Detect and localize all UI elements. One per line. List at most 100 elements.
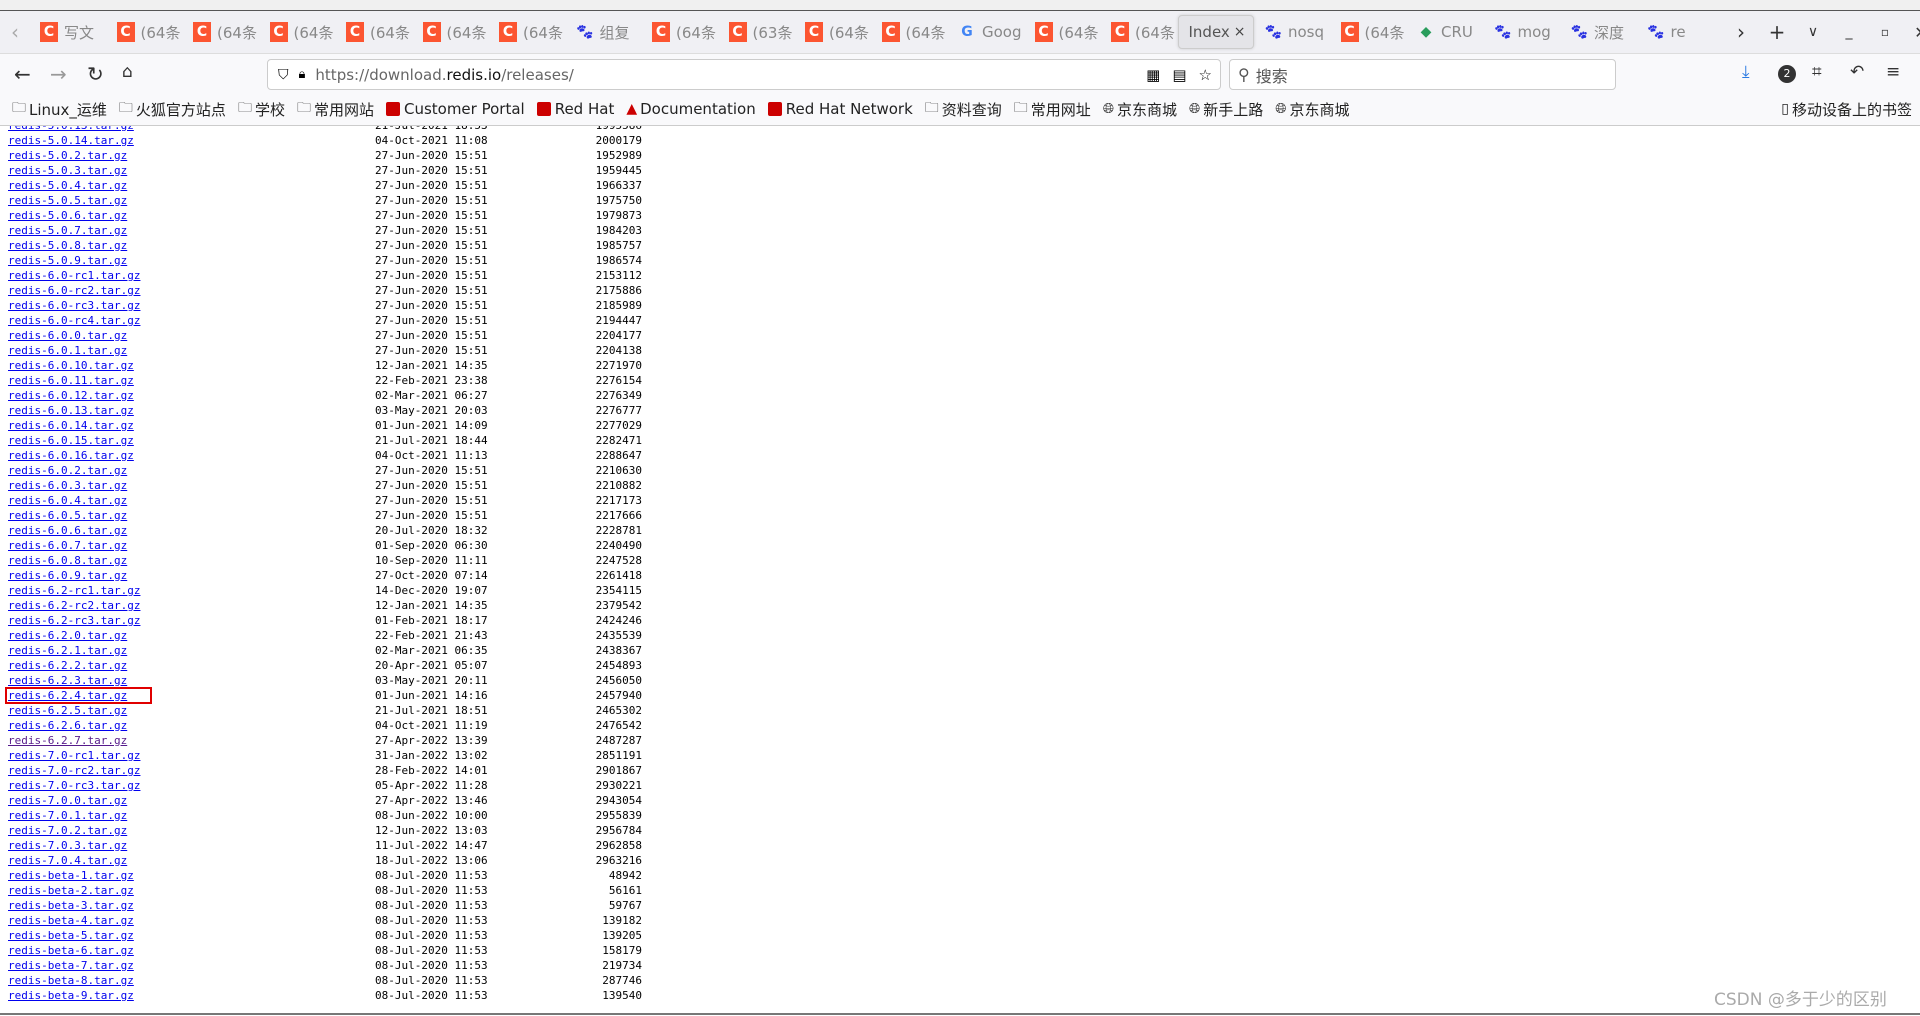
extension-badge[interactable]: 2 [1778, 65, 1796, 83]
file-link[interactable]: redis-6.2.5.tar.gz [8, 703, 127, 718]
bookmark-item[interactable]: 🌐︎ 京东商城 [1275, 97, 1349, 121]
file-link[interactable]: redis-7.0.2.tar.gz [8, 823, 127, 838]
file-link[interactable]: redis-beta-9.tar.gz [8, 988, 134, 1003]
search-input[interactable]: ⚲ 搜索 [1229, 59, 1616, 90]
tab[interactable]: C (64条 [336, 15, 413, 49]
bookmark-item[interactable]: Red Hat [536, 97, 614, 121]
bookmark-star-icon[interactable]: ☆ [1199, 66, 1212, 84]
file-link[interactable]: redis-6.2-rc1.tar.gz [8, 583, 140, 598]
tab-scroll-left-icon[interactable]: ‹ [0, 20, 30, 44]
menu-icon[interactable]: ≡ [1886, 62, 1900, 82]
file-link[interactable]: redis-beta-8.tar.gz [8, 973, 134, 988]
file-link[interactable]: redis-6.0.1.tar.gz [8, 343, 127, 358]
tab[interactable]: C (64条 [1025, 15, 1102, 49]
file-link[interactable]: redis-6.0-rc4.tar.gz [8, 313, 140, 328]
list-all-tabs-icon[interactable]: ∨ [1795, 24, 1831, 40]
file-link[interactable]: redis-beta-4.tar.gz [8, 913, 134, 928]
file-link[interactable]: redis-5.0.14.tar.gz [8, 133, 134, 148]
bookmark-item[interactable]: 🌐︎ 京东商城 [1103, 97, 1177, 121]
file-link[interactable]: redis-7.0-rc1.tar.gz [8, 748, 140, 763]
tab[interactable]: C (64条 [413, 15, 490, 49]
url-bar[interactable]: ⛉ 🔒︎ https://download. redis.io/releases/… [267, 59, 1221, 90]
file-link[interactable]: redis-5.0.8.tar.gz [8, 238, 127, 253]
tab[interactable]: 🐾︎ nosq [1254, 15, 1331, 49]
tab[interactable]: C (64条 [872, 15, 949, 49]
shield-icon[interactable]: ⛉ [278, 67, 289, 83]
tab[interactable]: C (64条 [183, 15, 260, 49]
close-window-button[interactable]: ✕ [1903, 23, 1920, 42]
bookmark-item[interactable]: 🌐︎ 新手上路 [1189, 97, 1263, 121]
file-link[interactable]: redis-7.0.3.tar.gz [8, 838, 127, 853]
reload-icon[interactable]: ↻ [87, 62, 104, 86]
file-link[interactable]: redis-6.2-rc2.tar.gz [8, 598, 140, 613]
file-link[interactable]: redis-beta-2.tar.gz [8, 883, 134, 898]
file-link[interactable]: redis-5.0.3.tar.gz [8, 163, 127, 178]
tab[interactable]: C (64条 [795, 15, 872, 49]
file-link[interactable]: redis-beta-6.tar.gz [8, 943, 134, 958]
home-icon[interactable]: ⌂ [122, 62, 133, 82]
file-link[interactable]: redis-6.2.0.tar.gz [8, 628, 127, 643]
file-link[interactable]: redis-7.0.0.tar.gz [8, 793, 127, 808]
file-link[interactable]: redis-6.0-rc1.tar.gz [8, 268, 140, 283]
mobile-bookmarks[interactable]: ▯ 移动设备上的书签 [1781, 99, 1912, 120]
file-link[interactable]: redis-beta-3.tar.gz [8, 898, 134, 913]
file-link[interactable]: redis-6.0.7.tar.gz [8, 538, 127, 553]
file-link[interactable]: redis-beta-1.tar.gz [8, 868, 134, 883]
file-link[interactable]: redis-7.0-rc2.tar.gz [8, 763, 140, 778]
file-link[interactable]: redis-6.2.3.tar.gz [8, 673, 127, 688]
close-tab-icon[interactable]: × [1234, 24, 1246, 40]
tab[interactable]: C (64条 [1101, 15, 1178, 49]
downloads-icon[interactable]: ⤓ [1742, 62, 1750, 82]
file-link[interactable]: redis-6.0.3.tar.gz [8, 478, 127, 493]
tab[interactable]: C (64条 [642, 15, 719, 49]
file-link[interactable]: redis-5.0.6.tar.gz [8, 208, 127, 223]
bookmark-item[interactable]: 🗀︎ 学校 [238, 97, 285, 121]
tab[interactable]: C (64条 [107, 15, 184, 49]
tab[interactable]: 🐾︎ 组复 [566, 15, 643, 49]
new-tab-button[interactable]: + [1759, 20, 1795, 44]
file-link[interactable]: redis-6.0.2.tar.gz [8, 463, 127, 478]
bookmark-item[interactable]: ▲ Documentation [626, 97, 755, 121]
file-link[interactable]: redis-6.2-rc3.tar.gz [8, 613, 140, 628]
tab[interactable]: 🐾︎ 深度 [1560, 15, 1637, 49]
minimize-button[interactable]: _ [1831, 24, 1867, 40]
file-link[interactable]: redis-5.0.5.tar.gz [8, 193, 127, 208]
file-link[interactable]: redis-6.2.4.tar.gz [8, 688, 127, 703]
bookmark-item[interactable]: Red Hat Network [767, 97, 913, 121]
tab[interactable]: ◆ CRU [1407, 15, 1484, 49]
file-link[interactable]: redis-6.2.2.tar.gz [8, 658, 127, 673]
crop-icon[interactable]: ⌗ [1812, 62, 1822, 82]
file-link[interactable]: redis-7.0.4.tar.gz [8, 853, 127, 868]
file-link[interactable]: redis-7.0-rc3.tar.gz [8, 778, 140, 793]
file-link[interactable]: redis-6.0.5.tar.gz [8, 508, 127, 523]
bookmark-item[interactable]: 🗀︎ Linux_运维 [12, 97, 107, 121]
bookmark-item[interactable]: Customer Portal [385, 97, 525, 121]
file-link[interactable]: redis-6.0.4.tar.gz [8, 493, 127, 508]
undo-icon[interactable]: ↶ [1850, 62, 1864, 82]
file-link[interactable]: redis-6.0.8.tar.gz [8, 553, 127, 568]
file-link[interactable]: redis-6.0.6.tar.gz [8, 523, 127, 538]
tab[interactable]: Index × [1177, 15, 1254, 49]
reader-view-icon[interactable]: ▤ [1172, 66, 1186, 84]
bookmark-item[interactable]: 🗀︎ 火狐官方站点 [119, 97, 226, 121]
file-link[interactable]: redis-6.0.9.tar.gz [8, 568, 127, 583]
file-link[interactable]: redis-7.0.1.tar.gz [8, 808, 127, 823]
lock-icon[interactable]: 🔒︎ [299, 67, 306, 82]
file-link[interactable]: redis-beta-7.tar.gz [8, 958, 134, 973]
file-link[interactable]: redis-6.0-rc3.tar.gz [8, 298, 140, 313]
tab-scroll-right-icon[interactable]: › [1723, 20, 1759, 44]
file-link[interactable]: redis-5.0.9.tar.gz [8, 253, 127, 268]
tab[interactable]: C (63条 [719, 15, 796, 49]
file-link[interactable]: redis-6.2.6.tar.gz [8, 718, 127, 733]
file-link[interactable]: redis-6.2.1.tar.gz [8, 643, 127, 658]
file-link[interactable]: redis-beta-5.tar.gz [8, 928, 134, 943]
tab[interactable]: C (64条 [260, 15, 337, 49]
file-link[interactable]: redis-5.0.7.tar.gz [8, 223, 127, 238]
file-link[interactable]: redis-5.0.2.tar.gz [8, 148, 127, 163]
file-link[interactable]: redis-6.0.0.tar.gz [8, 328, 127, 343]
bookmark-item[interactable]: 🗀︎ 资料查询 [925, 97, 1002, 121]
qr-code-icon[interactable]: ▦ [1146, 66, 1160, 84]
file-link[interactable]: redis-6.0.11.tar.gz [8, 373, 134, 388]
back-icon[interactable]: ← [14, 62, 31, 86]
file-link[interactable]: redis-5.0.4.tar.gz [8, 178, 127, 193]
